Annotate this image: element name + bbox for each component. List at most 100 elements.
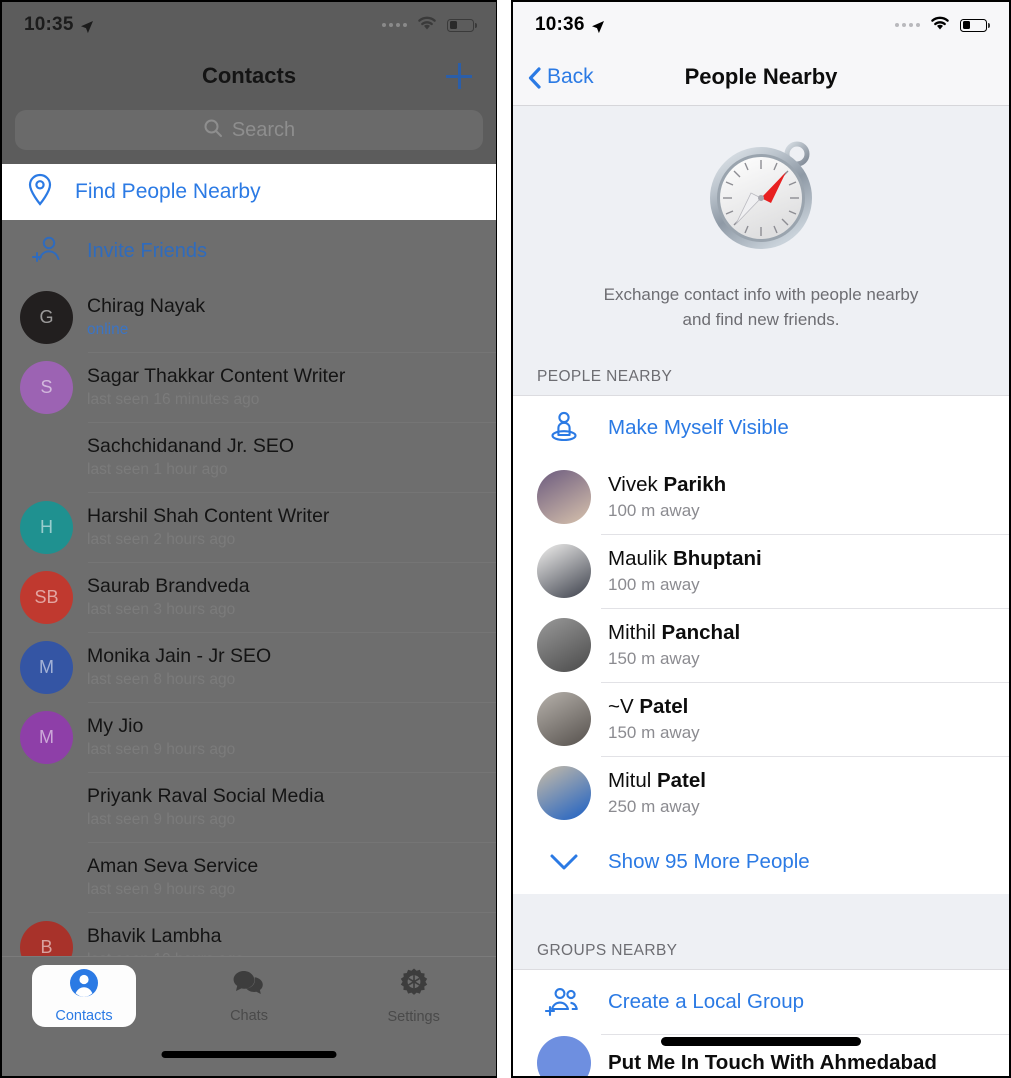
- avatar: S: [20, 360, 73, 414]
- search-input[interactable]: Search: [15, 110, 483, 150]
- tab-chats[interactable]: Chats: [167, 957, 332, 1035]
- signal-dots-icon: [895, 23, 920, 27]
- show-more-people-label: Show 95 More People: [608, 850, 810, 874]
- contact-row[interactable]: Aman Seva Service last seen 9 hours ago: [2, 842, 496, 912]
- home-indicator: [161, 1051, 337, 1058]
- left-tab-bar: Contacts Chats Settings: [2, 956, 496, 1076]
- find-people-nearby-row[interactable]: Find People Nearby: [2, 164, 496, 220]
- avatar: [537, 618, 591, 673]
- contact-meta: Sagar Thakkar Content Writer last seen 16…: [87, 365, 345, 409]
- contact-meta: Harshil Shah Content Writer last seen 2 h…: [87, 505, 329, 549]
- contact-row[interactable]: G Chirag Nayak online: [2, 282, 496, 352]
- battery-low-icon: [960, 18, 990, 32]
- location-arrow-icon: [591, 18, 605, 34]
- create-local-group-label: Create a Local Group: [608, 990, 805, 1014]
- avatar: [20, 781, 73, 834]
- find-people-nearby-label: Find People Nearby: [75, 180, 261, 203]
- contact-name: Bhavik Lambha: [87, 925, 222, 947]
- contact-row[interactable]: M Monika Jain - Jr SEO last seen 8 hours a…: [2, 632, 496, 702]
- contact-name: Chirag Nayak: [87, 295, 206, 317]
- contact-name: My Jio: [87, 715, 144, 737]
- people-nearby-section-header: PEOPLE NEARBY: [513, 354, 1009, 397]
- tab-chats-label: Chats: [230, 1008, 268, 1024]
- contact-row[interactable]: M My Jio last seen 9 hours ago: [2, 702, 496, 772]
- contact-row[interactable]: S Sagar Thakkar Content Writer last seen 1…: [2, 352, 496, 422]
- wifi-icon: [416, 15, 438, 36]
- contact-row[interactable]: SB Saurab Brandveda last seen 3 hours ago: [2, 562, 496, 632]
- contact-name: Harshil Shah Content Writer: [87, 505, 330, 527]
- person-distance: 100 m away: [608, 501, 700, 521]
- person-nearby-row[interactable]: ~V Patel 150 m away: [513, 682, 1009, 756]
- section-spacer: [513, 894, 1009, 929]
- wifi-icon: [929, 15, 951, 36]
- people-nearby-list: Make Myself Visible Vivek Parikh 100 m aw…: [513, 396, 1009, 895]
- right-nav-bar: Back People Nearby: [513, 48, 1009, 106]
- create-local-group-row[interactable]: Create a Local Group: [513, 970, 1009, 1034]
- add-contact-button[interactable]: [446, 63, 472, 89]
- contact-status: last seen 3 hours ago: [87, 601, 236, 618]
- avatar: [537, 692, 591, 747]
- person-name: Mithil Panchal: [608, 621, 741, 645]
- location-arrow-icon: [80, 18, 94, 34]
- person-name: Vivek Parikh: [608, 473, 727, 497]
- person-location-icon: [537, 410, 591, 446]
- person-distance: 150 m away: [608, 723, 700, 743]
- person-distance: 100 m away: [608, 575, 700, 595]
- gear-icon: [398, 967, 430, 1004]
- invite-friends-row[interactable]: Invite Friends: [2, 220, 496, 282]
- avatar: M: [20, 640, 73, 694]
- avatar: [20, 851, 73, 904]
- avatar: [537, 1036, 591, 1076]
- contact-name: Sagar Thakkar Content Writer: [87, 365, 346, 387]
- chat-bubbles-icon: [232, 968, 266, 1003]
- contact-status: last seen 8 hours ago: [87, 671, 236, 688]
- hero-text: Exchange contact info with people nearby…: [513, 283, 1009, 332]
- contact-row[interactable]: Priyank Raval Social Media last seen 9 ho…: [2, 772, 496, 842]
- show-more-people-row[interactable]: Show 95 More People: [513, 830, 1009, 894]
- person-meta: Mitul Patel 250 m away: [608, 769, 706, 817]
- contact-meta: My Jio last seen 9 hours ago: [87, 715, 235, 759]
- person-distance: 250 m away: [608, 797, 700, 817]
- right-phone-screen: 10:36 Back People Nearby Exchange contac…: [511, 0, 1011, 1078]
- contact-meta: Monika Jain - Jr SEO last seen 8 hours ag…: [87, 645, 271, 689]
- person-nearby-row[interactable]: Vivek Parikh 100 m away: [513, 460, 1009, 534]
- contact-status: last seen 2 hours ago: [87, 531, 236, 548]
- contact-row[interactable]: H Harshil Shah Content Writer last seen 2 …: [2, 492, 496, 562]
- avatar: [537, 766, 591, 821]
- person-nearby-row[interactable]: Maulik Bhuptani 100 m away: [513, 534, 1009, 608]
- back-button[interactable]: Back: [513, 65, 594, 89]
- person-name: Mitul Patel: [608, 769, 706, 793]
- search-placeholder: Search: [231, 118, 296, 141]
- page-title: Contacts: [201, 63, 297, 88]
- contact-meta: Sachchidanand Jr. SEO last seen 1 hour ag…: [87, 435, 294, 479]
- invite-friends-label: Invite Friends: [87, 239, 208, 262]
- person-meta: ~V Patel 150 m away: [608, 695, 700, 743]
- left-phone-screen: 10:35 Contacts Search Find People Nearby…: [0, 0, 497, 1078]
- chevron-down-icon: [537, 853, 591, 871]
- contact-status: online: [87, 321, 129, 338]
- add-group-icon: [537, 986, 591, 1018]
- tab-settings-label: Settings: [387, 1009, 440, 1025]
- contact-row[interactable]: Sachchidanand Jr. SEO last seen 1 hour ag…: [2, 422, 496, 492]
- person-nearby-row[interactable]: Mitul Patel 250 m away: [513, 756, 1009, 830]
- compass-icon: [513, 134, 1009, 261]
- home-indicator-right: [661, 1037, 861, 1046]
- contact-status: last seen 16 minutes ago: [87, 391, 260, 408]
- make-myself-visible-row[interactable]: Make Myself Visible: [513, 396, 1009, 460]
- search-container: Search: [2, 104, 496, 164]
- chevron-left-icon: [528, 66, 541, 89]
- contact-meta: Saurab Brandveda last seen 3 hours ago: [87, 575, 250, 619]
- status-bar-time: 10:35: [24, 14, 74, 35]
- groups-nearby-list: Create a Local Group Put Me In Touch Wit…: [513, 970, 1009, 1076]
- signal-dots-icon: [382, 23, 407, 27]
- person-meta: Vivek Parikh 100 m away: [608, 473, 726, 521]
- contact-name: Saurab Brandveda: [87, 575, 250, 597]
- person-nearby-row[interactable]: Mithil Panchal 150 m away: [513, 608, 1009, 682]
- left-nav-bar: Contacts: [2, 48, 496, 104]
- status-bar-indicators-right: [895, 15, 990, 36]
- contact-status: last seen 9 hours ago: [87, 741, 236, 758]
- contact-meta: Chirag Nayak online: [87, 295, 205, 339]
- contact-status: last seen 9 hours ago: [87, 881, 236, 898]
- contact-name: Priyank Raval Social Media: [87, 785, 325, 807]
- tab-settings[interactable]: Settings: [331, 957, 496, 1035]
